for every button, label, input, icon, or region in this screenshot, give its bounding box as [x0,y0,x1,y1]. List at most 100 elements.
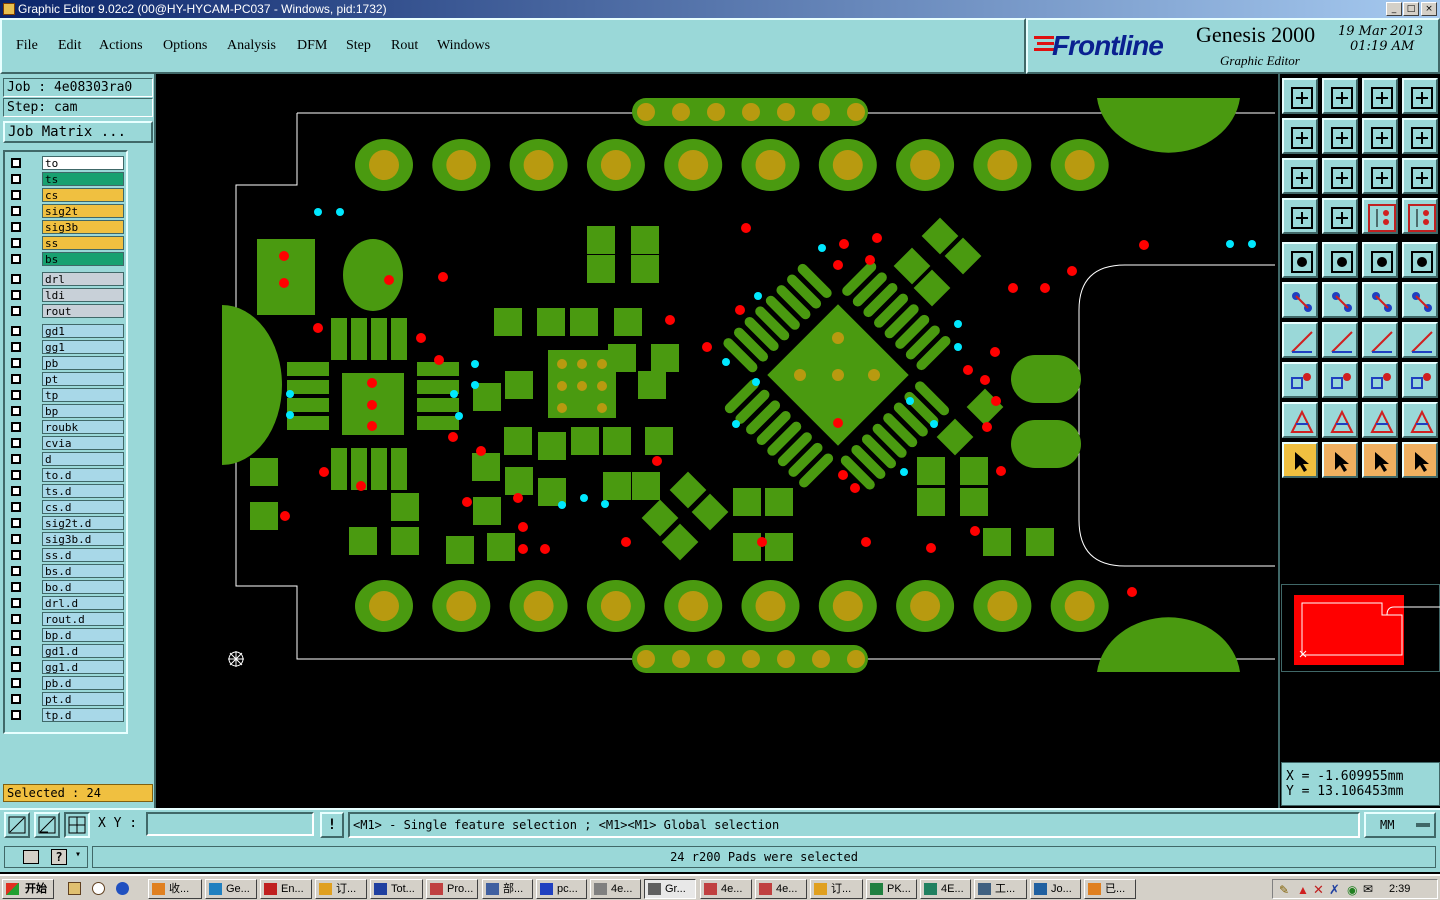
tool-button[interactable] [1322,282,1358,318]
tool-button[interactable] [1362,158,1398,194]
tool-button[interactable] [1282,322,1318,358]
layer-row[interactable]: to.d [9,468,125,482]
layer-row[interactable]: ldi [9,288,125,302]
clock-icon[interactable] [92,882,105,895]
layer-checkbox[interactable] [11,662,21,672]
layer-name[interactable]: gd1 [42,324,124,338]
layer-checkbox[interactable] [11,486,21,496]
grid-mode-button[interactable] [64,812,90,838]
tool-button[interactable] [1402,282,1438,318]
layer-row[interactable]: cvia [9,436,125,450]
layer-checkbox[interactable] [11,454,21,464]
tray-pen-icon[interactable]: ✎ [1279,883,1289,897]
tool-button[interactable] [1362,198,1398,234]
layer-row[interactable]: rout.d [9,612,125,626]
layer-row[interactable]: pt [9,372,125,386]
layer-name[interactable]: to [42,156,124,170]
layer-checkbox[interactable] [11,646,21,656]
layer-checkbox[interactable] [11,534,21,544]
layer-row[interactable]: gd1 [9,324,125,338]
layer-row[interactable]: bo.d [9,580,125,594]
start-button[interactable]: 开始 [2,879,54,899]
layer-checkbox[interactable] [11,390,21,400]
layer-name[interactable]: to.d [42,468,124,482]
taskbar-button[interactable]: Jo... [1030,879,1081,899]
restore-button[interactable]: □ [1403,2,1419,16]
tool-button[interactable] [1362,78,1398,114]
layer-name[interactable]: bo.d [42,580,124,594]
tool-button[interactable] [1362,322,1398,358]
layer-checkbox[interactable] [11,502,21,512]
layer-name[interactable]: gd1.d [42,644,124,658]
tool-button[interactable] [1402,402,1438,438]
layer-name[interactable]: d [42,452,124,466]
layer-checkbox[interactable] [11,254,21,264]
layer-row[interactable]: drl [9,272,125,286]
menu-file[interactable]: File [16,38,38,54]
layer-checkbox[interactable] [11,550,21,560]
menu-edit[interactable]: Edit [58,38,81,54]
layer-name[interactable]: rout [42,304,124,318]
layer-row[interactable]: tp.d [9,708,125,722]
tool-button[interactable] [1322,362,1358,398]
taskbar-button[interactable]: 4e... [755,879,807,899]
tool-button[interactable] [1282,442,1318,478]
layer-row[interactable]: bp.d [9,628,125,642]
overview-map[interactable] [1281,584,1440,672]
tool-button[interactable] [1282,282,1318,318]
taskbar-button[interactable]: 4E... [920,879,971,899]
tray-tool-icon[interactable]: ✗ [1329,882,1340,898]
menu-options[interactable]: Options [163,38,207,54]
taskbar-button[interactable]: Ge... [205,879,257,899]
tool-button[interactable] [1402,322,1438,358]
minimize-button[interactable]: _ [1386,2,1402,16]
layer-row[interactable]: sig3b.d [9,532,125,546]
snap-mode-button[interactable] [4,812,30,838]
taskbar-button[interactable]: 订... [315,879,367,899]
layer-row[interactable]: cs [9,188,125,202]
tray-triangle-icon[interactable]: ▲ [1297,883,1309,897]
tool-button[interactable] [1282,198,1318,234]
tool-button[interactable] [1362,362,1398,398]
menu-dfm[interactable]: DFM [297,38,327,54]
tool-button[interactable] [1322,242,1358,278]
layer-name[interactable]: bp [42,404,124,418]
tool-button[interactable] [1322,118,1358,154]
layer-name[interactable]: rout.d [42,612,124,626]
layer-row[interactable]: bs.d [9,564,125,578]
tool-button[interactable] [1322,402,1358,438]
layer-checkbox[interactable] [11,598,21,608]
tool-button[interactable] [1282,242,1318,278]
layer-name[interactable]: bs [42,252,124,266]
layer-row[interactable]: rout [9,304,125,318]
layer-checkbox[interactable] [11,614,21,624]
layer-row[interactable]: ts [9,172,125,186]
menu-analysis[interactable]: Analysis [227,38,276,54]
tool-button[interactable] [1362,242,1398,278]
angle-mode-button[interactable] [34,812,60,838]
layer-row[interactable]: gd1.d [9,644,125,658]
layer-row[interactable]: bp [9,404,125,418]
layer-checkbox[interactable] [11,630,21,640]
layer-row[interactable]: bs [9,252,125,266]
layer-name[interactable]: tp.d [42,708,124,722]
tool-button[interactable] [1282,362,1318,398]
tool-button[interactable] [1282,78,1318,114]
layer-checkbox[interactable] [11,566,21,576]
menu-rout[interactable]: Rout [391,38,418,54]
layer-checkbox[interactable] [11,422,21,432]
layer-name[interactable]: bp.d [42,628,124,642]
taskbar-button[interactable]: Tot... [370,879,423,899]
pcb-drawing[interactable] [156,74,1278,808]
layer-row[interactable]: tp [9,388,125,402]
taskbar-button[interactable]: 收... [148,879,202,899]
layer-checkbox[interactable] [11,358,21,368]
layer-row[interactable]: pb.d [9,676,125,690]
taskbar-button[interactable]: 4e... [590,879,641,899]
layer-name[interactable]: sig2t.d [42,516,124,530]
taskbar-button[interactable]: Pro... [426,879,478,899]
layer-name[interactable]: ss.d [42,548,124,562]
layer-row[interactable]: roubk [9,420,125,434]
tool-button[interactable] [1402,118,1438,154]
layer-name[interactable]: drl.d [42,596,124,610]
